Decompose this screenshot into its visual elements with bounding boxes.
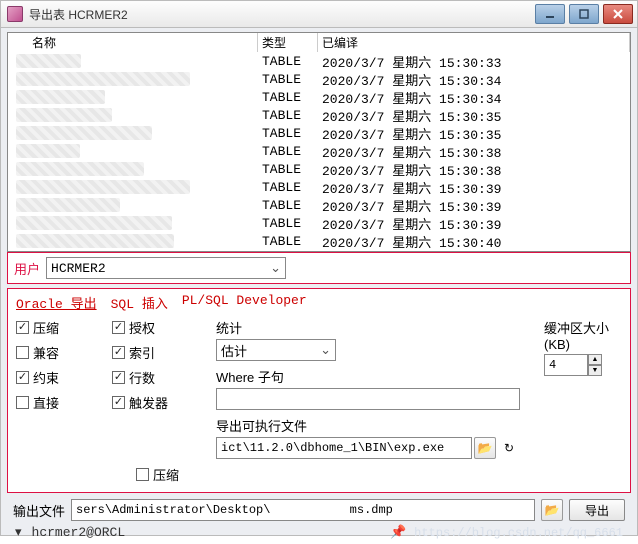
obscured-name (16, 126, 152, 140)
checkbox-direct[interactable]: 直接 (16, 393, 112, 412)
obscured-name (16, 72, 190, 86)
refresh-icon: ↻ (504, 441, 514, 455)
column-header-type[interactable]: 类型 (258, 33, 318, 52)
chevron-down-icon: ⌄ (270, 261, 281, 276)
exec-label: 导出可执行文件 (216, 416, 520, 435)
close-button[interactable] (603, 4, 633, 24)
table-row[interactable]: TABLE2020/3/7 星期六 15:30:39 (8, 178, 630, 196)
stats-label: 统计 (216, 318, 520, 337)
checkbox-compress[interactable]: 压缩 (16, 318, 112, 337)
table-row[interactable]: TABLE2020/3/7 星期六 15:30:34 (8, 70, 630, 88)
cell-type: TABLE (258, 180, 318, 195)
column-header-name[interactable]: 名称 (28, 34, 60, 51)
obscured-name (16, 198, 120, 212)
buffer-spinner[interactable]: ▲▼ (544, 354, 622, 376)
spin-down-button[interactable]: ▼ (588, 365, 602, 376)
obscured-name (16, 108, 112, 122)
cell-compiled: 2020/3/7 星期六 15:30:38 (318, 142, 630, 161)
obscured-name (16, 180, 190, 194)
cell-compiled: 2020/3/7 星期六 15:30:39 (318, 196, 630, 215)
cell-compiled: 2020/3/7 星期六 15:30:40 (318, 232, 630, 251)
browse-exec-button[interactable]: 📂 (474, 437, 496, 459)
table-row[interactable]: TABLE2020/3/7 星期六 15:30:35 (8, 106, 630, 124)
exec-path-input[interactable] (216, 437, 472, 459)
cell-type: TABLE (258, 108, 318, 123)
refresh-button[interactable]: ↻ (498, 437, 520, 459)
connection-status: hcrmer2@ORCL (32, 525, 126, 540)
obscured-name (16, 90, 105, 104)
watermark-text: https://blog.csdn.net/qq_6661 (414, 526, 623, 540)
cell-compiled: 2020/3/7 星期六 15:30:39 (318, 178, 630, 197)
cell-type: TABLE (258, 162, 318, 177)
triangle-icon: ▾ (15, 525, 22, 540)
cell-compiled: 2020/3/7 星期六 15:30:34 (318, 88, 630, 107)
minimize-button[interactable] (535, 4, 565, 24)
user-value: HCRMER2 (51, 261, 106, 276)
cell-compiled: 2020/3/7 星期六 15:30:35 (318, 124, 630, 143)
cell-type: TABLE (258, 126, 318, 141)
obscured-name (16, 216, 172, 230)
checkbox-indexes[interactable]: 索引 (112, 343, 208, 362)
table-row[interactable]: TABLE2020/3/7 星期六 15:30:39 (8, 196, 630, 214)
checkbox-grants[interactable]: 授权 (112, 318, 208, 337)
browse-output-button[interactable]: 📂 (541, 499, 563, 521)
table-row[interactable]: TABLE2020/3/7 星期六 15:30:39 (8, 214, 630, 232)
user-label: 用户 (14, 259, 40, 278)
tab-sql-insert[interactable]: SQL 插入 (111, 293, 168, 312)
cell-compiled: 2020/3/7 星期六 15:30:33 (318, 52, 630, 71)
table-row[interactable]: TABLE2020/3/7 星期六 15:30:38 (8, 142, 630, 160)
checkbox-compat[interactable]: 兼容 (16, 343, 112, 362)
obscured-name (16, 162, 144, 176)
where-input[interactable] (216, 388, 520, 410)
cell-type: TABLE (258, 54, 318, 69)
where-label: Where 子句 (216, 367, 520, 386)
cell-type: TABLE (258, 90, 318, 105)
checkbox-triggers[interactable]: 触发器 (112, 393, 208, 412)
table-grid[interactable]: 名称 类型 已编译 TABLE2020/3/7 星期六 15:30:33TABL… (7, 32, 631, 252)
stats-combo[interactable]: 估计⌄ (216, 339, 336, 361)
table-row[interactable]: TABLE2020/3/7 星期六 15:30:35 (8, 124, 630, 142)
checkbox-compress2[interactable]: 压缩 (136, 465, 622, 484)
checkbox-constraint[interactable]: 约束 (16, 368, 112, 387)
table-row[interactable]: TABLE2020/3/7 星期六 15:30:33 (8, 52, 630, 70)
chevron-down-icon: ⌄ (320, 343, 331, 358)
folder-icon: 📂 (478, 441, 493, 455)
obscured-name (16, 54, 81, 68)
column-header-compiled[interactable]: 已编译 (318, 33, 630, 52)
cell-type: TABLE (258, 216, 318, 231)
cell-compiled: 2020/3/7 星期六 15:30:38 (318, 160, 630, 179)
cell-compiled: 2020/3/7 星期六 15:30:39 (318, 214, 630, 233)
tab-oracle-export[interactable]: Oracle 导出 (16, 293, 97, 312)
cell-type: TABLE (258, 198, 318, 213)
buffer-label: 缓冲区大小(KB) (544, 318, 622, 352)
table-row[interactable]: TABLE2020/3/7 星期六 15:30:34 (8, 88, 630, 106)
window-title: 导出表 HCRMER2 (29, 6, 529, 23)
buffer-input[interactable] (544, 354, 588, 376)
table-row[interactable]: TABLE2020/3/7 星期六 15:30:40 (8, 232, 630, 250)
cell-compiled: 2020/3/7 星期六 15:30:35 (318, 106, 630, 125)
user-combo[interactable]: HCRMER2 ⌄ (46, 257, 286, 279)
table-row[interactable]: TABLE2020/3/7 星期六 15:30:38 (8, 160, 630, 178)
tab-plsql-dev[interactable]: PL/SQL Developer (182, 293, 307, 312)
cell-type: TABLE (258, 234, 318, 249)
folder-icon: 📂 (545, 503, 560, 517)
app-icon (7, 6, 23, 22)
pin-icon[interactable]: 📌 (390, 525, 406, 540)
maximize-button[interactable] (569, 4, 599, 24)
spin-up-button[interactable]: ▲ (588, 354, 602, 365)
obscured-name (16, 144, 80, 158)
output-path-input[interactable] (71, 499, 535, 521)
title-bar: 导出表 HCRMER2 (0, 0, 638, 28)
export-button[interactable]: 导出 (569, 499, 625, 521)
cell-compiled: 2020/3/7 星期六 15:30:34 (318, 70, 630, 89)
cell-type: TABLE (258, 144, 318, 159)
cell-type: TABLE (258, 72, 318, 87)
output-label: 输出文件 (13, 501, 65, 520)
checkbox-rows[interactable]: 行数 (112, 368, 208, 387)
obscured-name (16, 234, 174, 248)
